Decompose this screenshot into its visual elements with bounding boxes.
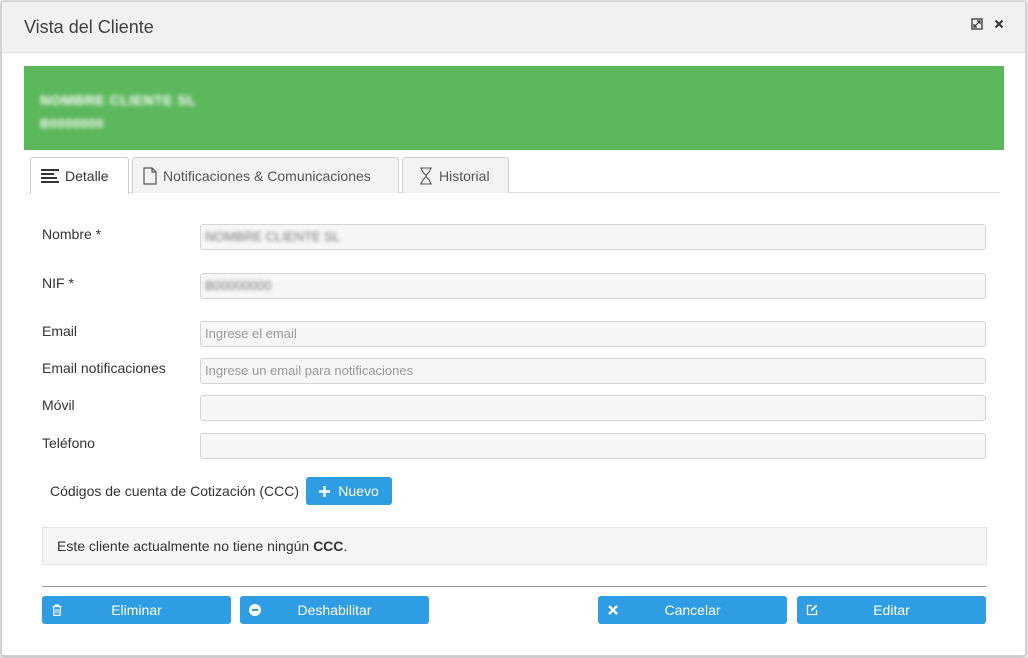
client-banner: NOMBRE CLIENTE SL B0000000: [24, 66, 1004, 150]
movil-field[interactable]: [200, 395, 986, 421]
telefono-field[interactable]: [200, 433, 986, 459]
hourglass-icon: [420, 166, 432, 185]
nombre-value: NOMBRE CLIENTE SL: [205, 229, 341, 244]
new-ccc-button-label: Nuevo: [338, 483, 379, 499]
ccc-label: Códigos de cuenta de Cotización (CCC): [50, 483, 300, 499]
client-banner-nif: B0000000: [40, 116, 104, 131]
nif-value: B00000000: [205, 278, 272, 293]
movil-label: Móvil: [42, 397, 75, 413]
tab-bar: Detalle Notificaciones & Comunicaciones …: [30, 157, 1000, 194]
tab-historial-label: Historial: [439, 167, 490, 184]
tab-historial[interactable]: Historial: [402, 157, 509, 193]
tab-detalle[interactable]: Detalle: [30, 157, 129, 194]
nombre-field[interactable]: NOMBRE CLIENTE SL: [200, 224, 986, 250]
cancel-button[interactable]: Cancelar: [598, 596, 787, 624]
email-field[interactable]: Ingrese el email: [200, 321, 986, 347]
edit-icon: [806, 604, 818, 616]
nif-field[interactable]: B00000000: [200, 273, 986, 299]
minus-circle-icon: [249, 604, 261, 616]
modal-header: Vista del Cliente: [2, 2, 1025, 53]
maximize-icon[interactable]: [971, 18, 983, 30]
email-label: Email: [42, 323, 78, 339]
modal-title: Vista del Cliente: [24, 17, 154, 37]
disable-button-label: Deshabilitar: [297, 602, 372, 618]
email-notificaciones-placeholder: Ingrese un email para notificaciones: [205, 363, 414, 378]
delete-button[interactable]: Eliminar: [42, 596, 231, 624]
close-icon[interactable]: [993, 18, 1005, 30]
client-view-modal: Vista del Cliente NOMBRE CLIENTE SL B000…: [1, 1, 1026, 656]
ccc-empty-end: .: [343, 538, 348, 554]
cancel-button-label: Cancelar: [664, 602, 721, 618]
ccc-empty-message: Este cliente actualmente no tiene ningún…: [42, 527, 987, 565]
email-placeholder: Ingrese el email: [205, 326, 297, 341]
plus-icon: [319, 485, 331, 497]
edit-button[interactable]: Editar: [797, 596, 986, 624]
edit-button-label: Editar: [873, 602, 910, 618]
nombre-label: Nombre *: [42, 226, 102, 242]
email-notificaciones-label: Email notificaciones: [42, 360, 166, 376]
times-icon: [608, 605, 618, 615]
client-banner-name: NOMBRE CLIENTE SL: [40, 92, 197, 108]
email-notificaciones-field[interactable]: Ingrese un email para notificaciones: [200, 358, 986, 384]
disable-button[interactable]: Deshabilitar: [240, 596, 429, 624]
new-ccc-button[interactable]: Nuevo: [306, 477, 392, 505]
list-icon: [41, 169, 59, 183]
ccc-empty-text: Este cliente actualmente no tiene ningún: [57, 538, 314, 554]
ccc-empty-strong: CCC: [313, 538, 344, 554]
telefono-label: Teléfono: [42, 435, 95, 451]
nif-label: NIF *: [42, 275, 74, 291]
header-controls: [971, 18, 1005, 30]
tab-notificaciones[interactable]: Notificaciones & Comunicaciones: [132, 157, 399, 193]
tab-notificaciones-label: Notificaciones & Comunicaciones: [163, 167, 371, 184]
tab-detalle-label: Detalle: [65, 168, 109, 184]
trash-icon: [52, 604, 62, 616]
document-icon: [143, 166, 157, 185]
delete-button-label: Eliminar: [111, 602, 162, 618]
footer-divider: [42, 586, 987, 587]
